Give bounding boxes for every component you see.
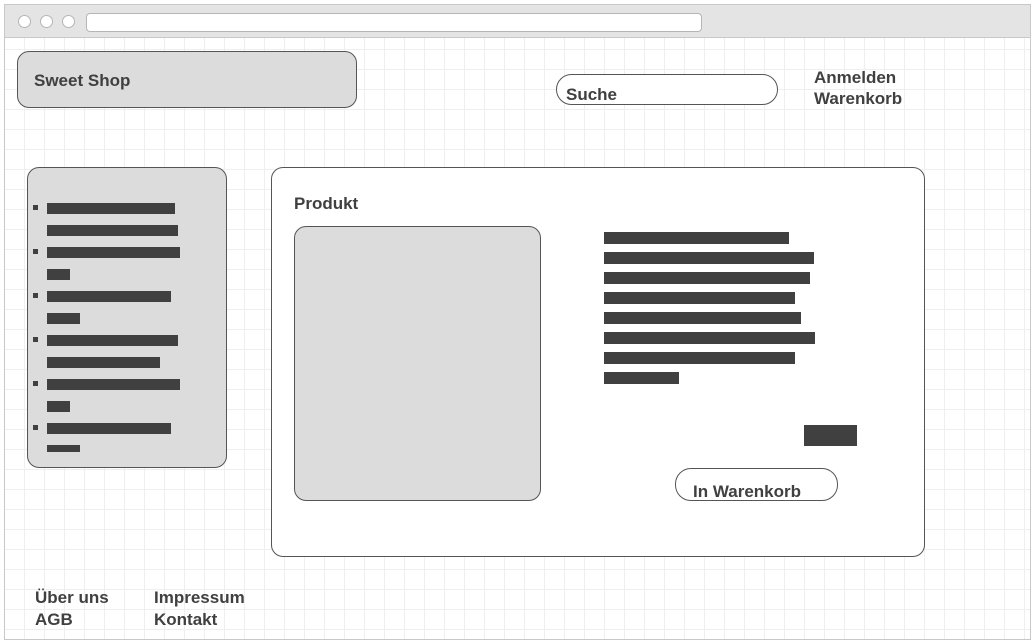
list-bullet (33, 337, 38, 342)
product-description-line (604, 372, 679, 384)
logo-box[interactable]: Sweet Shop (17, 51, 357, 108)
footer-contact-link[interactable]: Kontakt (154, 609, 217, 630)
add-to-cart-button[interactable]: In Warenkorb (675, 468, 838, 501)
window-close-icon[interactable] (18, 15, 31, 28)
category-link-text[interactable] (47, 445, 80, 452)
nav-cart-link[interactable]: Warenkorb (814, 88, 902, 109)
browser-window: Sweet Shop Suche Anmelden Warenkorb Prod… (4, 4, 1031, 640)
product-image-placeholder (294, 226, 541, 501)
window-minimize-icon[interactable] (40, 15, 53, 28)
category-link[interactable] (47, 247, 180, 258)
category-link[interactable] (47, 203, 175, 214)
window-maximize-icon[interactable] (62, 15, 75, 28)
list-bullet (33, 205, 38, 210)
search-label: Suche (566, 85, 618, 104)
product-description-line (604, 272, 810, 284)
category-link[interactable] (47, 335, 178, 346)
list-bullet (33, 381, 38, 386)
product-description-line (604, 292, 795, 304)
list-bullet (33, 249, 38, 254)
product-heading: Produkt (294, 194, 359, 213)
footer-about-link[interactable]: Über uns (35, 587, 109, 608)
category-link[interactable] (47, 423, 171, 434)
category-sidebar (27, 167, 227, 468)
category-link-text[interactable] (47, 357, 160, 368)
search-input[interactable]: Suche (556, 74, 778, 105)
product-description-line (604, 332, 815, 344)
logo-text: Sweet Shop (34, 71, 131, 90)
category-link-text[interactable] (47, 401, 70, 412)
nav-login-link[interactable]: Anmelden (814, 67, 896, 88)
product-description-line (604, 252, 814, 264)
footer-agb-link[interactable]: AGB (35, 609, 73, 630)
category-link[interactable] (47, 379, 180, 390)
product-description-line (604, 232, 789, 244)
list-bullet (33, 425, 38, 430)
product-panel: Produkt In Warenkorb (271, 167, 925, 557)
product-price (804, 425, 857, 446)
add-to-cart-label: In Warenkorb (693, 482, 801, 501)
category-link-text[interactable] (47, 225, 178, 236)
category-link[interactable] (47, 291, 171, 302)
footer-imprint-link[interactable]: Impressum (154, 587, 245, 608)
browser-titlebar (5, 5, 1030, 38)
list-bullet (33, 293, 38, 298)
product-description-line (604, 352, 795, 364)
category-link-text[interactable] (47, 313, 80, 324)
address-bar[interactable] (86, 13, 702, 32)
product-description-line (604, 312, 801, 324)
category-link-text[interactable] (47, 269, 70, 280)
